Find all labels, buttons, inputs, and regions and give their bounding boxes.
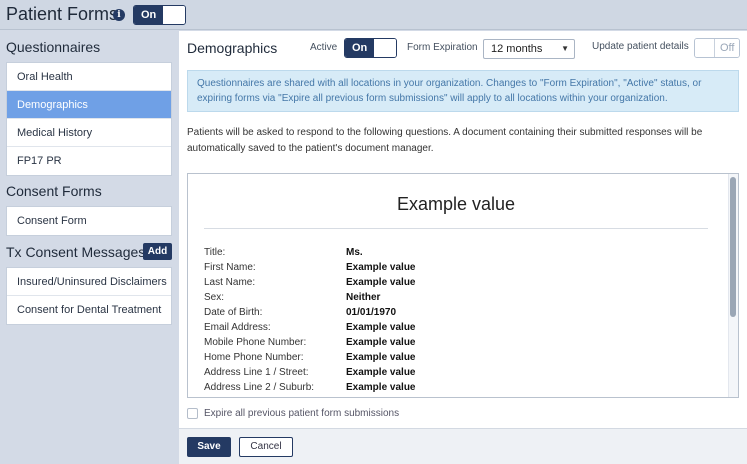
- expire-submissions-label: Expire all previous patient form submiss…: [204, 408, 400, 419]
- active-label: Active: [310, 42, 338, 53]
- cancel-button[interactable]: Cancel: [239, 437, 293, 457]
- form-expiration-label: Form Expiration: [407, 42, 478, 53]
- preview-field-label: Email Address:: [204, 322, 271, 333]
- preview-field-row: Sex: Neither: [204, 290, 704, 305]
- preview-field-label: Sex:: [204, 292, 225, 303]
- preview-field-row: Mobile Phone Number: Example value: [204, 335, 704, 350]
- form-preview[interactable]: Example value Title: Ms. First Name: Exampl…: [187, 173, 739, 398]
- preview-field-row: Home Phone Number: Example value: [204, 350, 704, 365]
- preview-field-label: Mobile Phone Number:: [204, 337, 307, 348]
- preview-title: Example value: [396, 194, 516, 214]
- preview-field-label: Address Line 1 / Street:: [204, 367, 309, 378]
- preview-field-value: Example value: [346, 262, 416, 273]
- preview-field-value: Example value: [346, 367, 416, 378]
- preview-divider: [204, 228, 708, 229]
- consent-forms-list: Consent Form: [6, 206, 172, 236]
- preview-field-row: Date of Birth: 01/01/1970: [204, 305, 704, 320]
- preview-field-label: First Name:: [204, 262, 256, 273]
- info-icon[interactable]: i: [113, 9, 125, 21]
- preview-scrollbar[interactable]: [728, 174, 738, 397]
- preview-field-label: Address Line 2 / Suburb:: [204, 382, 315, 393]
- expire-submissions-row[interactable]: Expire all previous patient form submiss…: [187, 408, 399, 419]
- sidebar-item-consent-dental-treatment[interactable]: Consent for Dental Treatment: [7, 296, 171, 324]
- form-header: Demographics Active On Form Expiration 1…: [179, 31, 747, 64]
- preview-field-row: Email Address: Example value: [204, 320, 704, 335]
- tx-consent-heading: Tx Consent Messages: [6, 244, 146, 260]
- preview-field-label: Last Name:: [204, 277, 256, 288]
- preview-field-value: Example value: [346, 322, 416, 333]
- form-title: Demographics: [187, 40, 278, 56]
- preview-scrollbar-thumb[interactable]: [730, 177, 736, 317]
- form-footer: Save Cancel: [179, 428, 747, 464]
- questionnaires-heading: Questionnaires: [6, 39, 101, 55]
- update-toggle-knob: [695, 39, 715, 57]
- preview-fields: Title: Ms. First Name: Example value Last Na…: [204, 245, 704, 395]
- preview-field-row: Last Name: Example value: [204, 275, 704, 290]
- active-toggle[interactable]: On: [344, 38, 398, 58]
- main-panel: Demographics Active On Form Expiration 1…: [179, 31, 747, 464]
- sidebar-item-fp17-pr[interactable]: FP17 PR: [7, 147, 171, 175]
- sidebar-item-demographics[interactable]: Demographics: [7, 91, 171, 119]
- form-expiration-value: 12 months: [491, 43, 543, 55]
- expire-submissions-checkbox[interactable]: [187, 408, 198, 419]
- sidebar-item-insured-disclaimers[interactable]: Insured/Uninsured Disclaimers: [7, 268, 171, 296]
- page-title: Patient Forms: [6, 4, 119, 24]
- preview-field-value: Example value: [346, 352, 416, 363]
- preview-field-label: Home Phone Number:: [204, 352, 304, 363]
- save-button[interactable]: Save: [187, 437, 231, 457]
- patient-forms-toggle[interactable]: On: [133, 5, 187, 25]
- preview-field-value: Ms.: [346, 247, 363, 258]
- toggle-on-label: On: [134, 6, 164, 24]
- sidebar: Questionnaires Oral Health Demographics …: [0, 31, 178, 464]
- preview-field-row: First Name: Example value: [204, 260, 704, 275]
- preview-field-row: Address Line 1 / Street: Example value: [204, 365, 704, 380]
- active-on-label: On: [345, 39, 375, 57]
- preview-field-value: 01/01/1970: [346, 307, 397, 318]
- active-toggle-knob: [374, 39, 397, 57]
- preview-field-row: Title: Ms.: [204, 245, 704, 260]
- preview-field-value: Neither: [346, 292, 381, 303]
- preview-field-value: Example value: [346, 337, 416, 348]
- consent-forms-heading: Consent Forms: [6, 183, 102, 199]
- chevron-down-icon: ▼: [561, 44, 569, 53]
- preview-field-value: Example value: [346, 277, 416, 288]
- sidebar-item-oral-health[interactable]: Oral Health: [7, 63, 171, 91]
- form-expiration-select[interactable]: 12 months ▼: [483, 39, 575, 59]
- sidebar-item-medical-history[interactable]: Medical History: [7, 119, 171, 147]
- preview-field-value: Example value: [346, 382, 416, 393]
- add-tx-message-button[interactable]: Add: [143, 243, 172, 260]
- shared-questionnaire-notice: Questionnaires are shared with all locat…: [187, 70, 739, 112]
- update-patient-details-toggle[interactable]: Off: [694, 38, 741, 58]
- form-intro-text: Patients will be asked to respond to the…: [187, 127, 703, 154]
- tx-messages-list: Insured/Uninsured Disclaimers Consent fo…: [6, 267, 172, 325]
- preview-field-row: Address Line 2 / Suburb: Example value: [204, 380, 704, 395]
- update-patient-details-label: Update patient details: [592, 41, 689, 52]
- toggle-knob: [163, 6, 186, 24]
- sidebar-item-consent-form[interactable]: Consent Form: [7, 207, 171, 235]
- preview-field-label: Date of Birth:: [204, 307, 263, 318]
- top-bar: Patient Forms i On: [0, 0, 747, 30]
- update-toggle-off-label: Off: [715, 39, 740, 57]
- preview-field-label: Title:: [204, 247, 226, 258]
- questionnaires-list: Oral Health Demographics Medical History…: [6, 62, 172, 176]
